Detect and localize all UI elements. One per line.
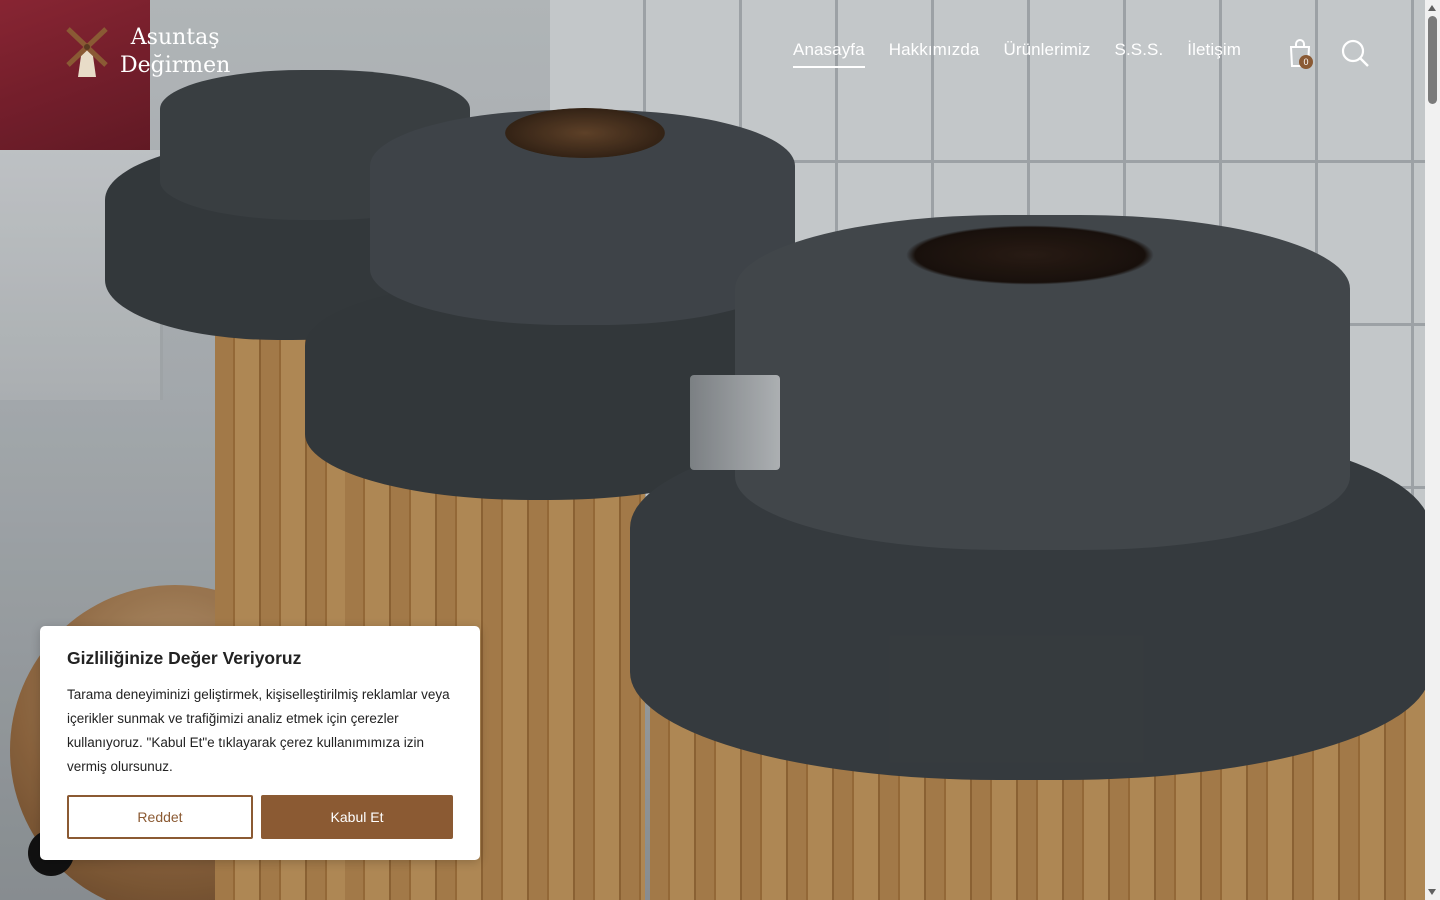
cookie-description: Tarama deneyiminizi geliştirmek, kişisel…	[67, 687, 450, 774]
search-icon	[1341, 39, 1369, 67]
nav-item-anasayfa[interactable]: Anasayfa	[793, 40, 865, 68]
cookie-consent-banner: Gizliliğinize Değer Veriyoruz Tarama den…	[40, 626, 480, 860]
nav-item-urunlerimiz[interactable]: Ürünlerimiz	[1003, 40, 1090, 68]
nav-item-hakkimizda[interactable]: Hakkımızda	[889, 40, 980, 68]
scroll-thumb[interactable]	[1428, 16, 1437, 104]
cart-count-badge: 0	[1299, 55, 1313, 69]
site-logo[interactable]: Asuntaş Değirmen	[64, 24, 230, 80]
brand-name-line1: Asuntaş	[130, 25, 220, 50]
brand-name: Asuntaş Değirmen	[120, 24, 230, 80]
nav-item-sss[interactable]: S.S.S.	[1115, 40, 1164, 68]
main-nav: Anasayfa Hakkımızda Ürünlerimiz S.S.S. İ…	[793, 40, 1241, 68]
page-scrollbar[interactable]	[1425, 0, 1440, 900]
search-button[interactable]	[1340, 38, 1370, 68]
reject-cookies-button[interactable]: Reddet	[67, 795, 253, 839]
brand-name-line2: Değirmen	[120, 53, 231, 78]
scroll-down-arrow-icon[interactable]	[1428, 889, 1436, 895]
cookie-title: Gizliliğinize Değer Veriyoruz	[67, 648, 302, 668]
windmill-icon	[64, 25, 110, 79]
scroll-up-arrow-icon[interactable]	[1428, 5, 1436, 11]
accept-cookies-button[interactable]: Kabul Et	[261, 795, 453, 839]
nav-item-iletisim[interactable]: İletişim	[1187, 40, 1241, 68]
